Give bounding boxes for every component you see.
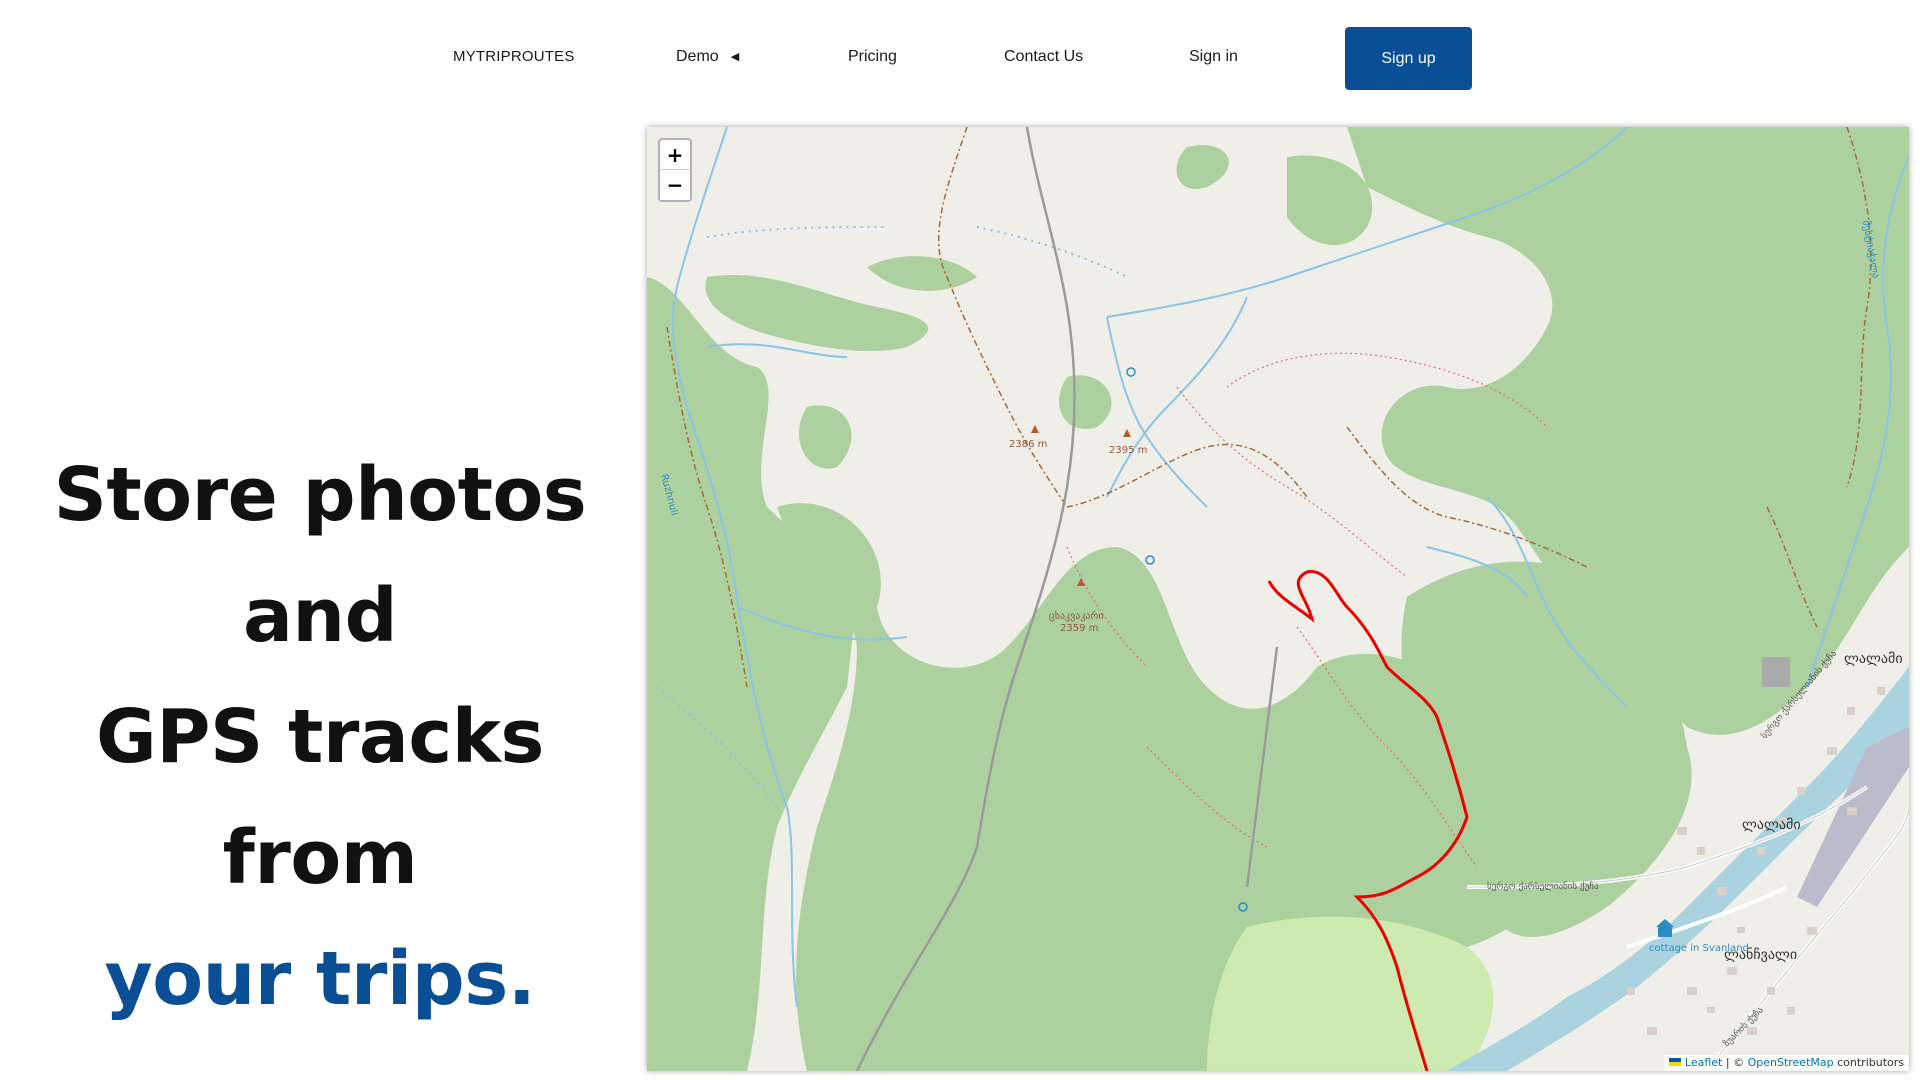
hero-line-2: GPS tracks from	[96, 694, 544, 901]
peak-marker	[1123, 429, 1131, 437]
peak-marker	[1031, 425, 1039, 433]
signup-button[interactable]: Sign up	[1345, 27, 1472, 90]
map-view[interactable]: 2386 m 2395 m ცხაკვაკარი 2359 m ლანჩვალი…	[647, 127, 1909, 1071]
map-tiles: 2386 m 2395 m ცხაკვაკარი 2359 m ლანჩვალი…	[647, 127, 1909, 1071]
leaflet-link[interactable]: Leaflet	[1685, 1056, 1722, 1069]
peak-elevation-label: 2386 m	[1009, 439, 1047, 450]
zoom-control: + −	[658, 138, 692, 202]
church-building	[1762, 657, 1790, 687]
zoom-out-button[interactable]: −	[660, 170, 690, 200]
village-label: ლალამი	[1844, 651, 1903, 667]
top-navigation: MYTRIPROUTES Demo ◀ Pricing Contact Us Si…	[0, 0, 1920, 120]
road-label: ზუარის ქუჩა	[1721, 1004, 1766, 1049]
hero-heading: Store photos and GPS tracks from your tr…	[0, 435, 640, 1040]
nav-contact-link[interactable]: Contact Us	[1004, 48, 1083, 66]
peak-elevation-label: 2395 m	[1109, 445, 1147, 456]
hero-line-3: your trips.	[104, 936, 536, 1022]
attribution-separator: | ©	[1722, 1056, 1748, 1069]
spring-icon	[1126, 367, 1136, 377]
spring-icon	[1145, 555, 1155, 565]
osm-link[interactable]: OpenStreetMap	[1748, 1056, 1834, 1069]
nav-demo-label: Demo	[676, 48, 719, 65]
road-label: სერგო ქარსელიანის ქუჩა	[1487, 881, 1599, 892]
nav-signin-link[interactable]: Sign in	[1189, 48, 1238, 66]
village-label: ლალამი	[1742, 817, 1801, 833]
meadow-area	[1207, 916, 1494, 1071]
caret-left-icon: ◀	[730, 51, 740, 63]
ukraine-flag-icon	[1669, 1058, 1682, 1066]
poi-label: cottage in Svanland	[1649, 943, 1749, 954]
nav-demo-dropdown[interactable]: Demo ◀	[676, 48, 739, 66]
peak-name-label: ცხაკვაკარი	[1049, 610, 1104, 622]
attribution-suffix: contributors	[1833, 1056, 1904, 1069]
hero-line-1: Store photos and	[53, 452, 587, 659]
map-attribution: Leaflet | © OpenStreetMap contributors	[1664, 1055, 1909, 1071]
zoom-in-button[interactable]: +	[660, 140, 690, 170]
nav-pricing-link[interactable]: Pricing	[848, 48, 897, 66]
brand-logo-link[interactable]: MYTRIPROUTES	[453, 48, 575, 65]
cottage-icon[interactable]	[1656, 919, 1674, 937]
peak-elevation-label: 2359 m	[1060, 623, 1098, 634]
